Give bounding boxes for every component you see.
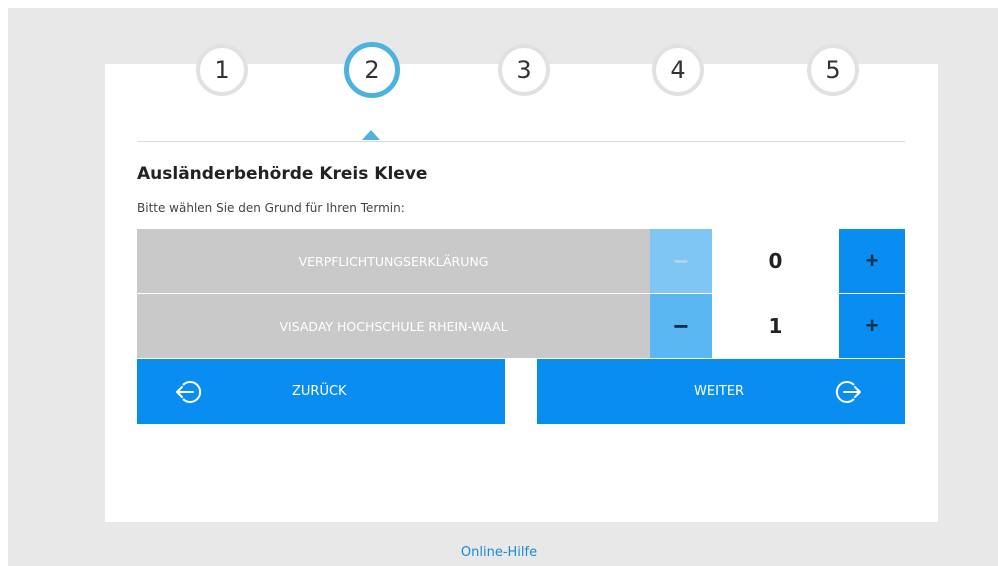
decrement-button[interactable]: − bbox=[650, 294, 712, 358]
arrow-left-circle-icon bbox=[176, 381, 202, 403]
step-5[interactable]: 5 bbox=[807, 44, 859, 96]
decrement-button[interactable]: − bbox=[650, 229, 712, 293]
step-3[interactable]: 3 bbox=[498, 44, 550, 96]
page-subtitle: Bitte wählen Sie den Grund für Ihren Ter… bbox=[137, 201, 405, 215]
step-2-current[interactable]: 2 bbox=[344, 42, 400, 98]
quantity-value: 0 bbox=[712, 229, 839, 293]
increment-button[interactable]: + bbox=[839, 294, 905, 358]
divider bbox=[137, 141, 905, 142]
online-help-link[interactable]: Online-Hilfe bbox=[0, 545, 998, 560]
page-title: Ausländerbehörde Kreis Kleve bbox=[137, 164, 428, 184]
increment-button[interactable]: + bbox=[839, 229, 905, 293]
step-1-label: 1 bbox=[214, 56, 230, 84]
back-button[interactable]: ZURÜCK bbox=[137, 359, 505, 424]
step-2-label: 2 bbox=[364, 56, 380, 84]
current-step-pointer bbox=[362, 130, 380, 140]
reason-label: VERPFLICHTUNGSERKLÄRUNG bbox=[137, 229, 650, 293]
next-button-label: WEITER bbox=[694, 384, 745, 399]
step-5-label: 5 bbox=[825, 56, 841, 84]
reason-label: VISADAY HOCHSCHULE RHEIN-WAAL bbox=[137, 294, 650, 358]
booking-card bbox=[105, 64, 938, 522]
arrow-right-circle-icon bbox=[835, 381, 861, 403]
back-button-label: ZURÜCK bbox=[292, 384, 347, 399]
next-button[interactable]: WEITER bbox=[537, 359, 905, 424]
reason-row: VISADAY HOCHSCHULE RHEIN-WAAL − 1 + bbox=[137, 294, 905, 358]
step-4-label: 4 bbox=[670, 56, 686, 84]
step-3-label: 3 bbox=[516, 56, 532, 84]
quantity-value: 1 bbox=[712, 294, 839, 358]
step-1[interactable]: 1 bbox=[196, 44, 248, 96]
reason-row: VERPFLICHTUNGSERKLÄRUNG − 0 + bbox=[137, 229, 905, 293]
step-4[interactable]: 4 bbox=[652, 44, 704, 96]
